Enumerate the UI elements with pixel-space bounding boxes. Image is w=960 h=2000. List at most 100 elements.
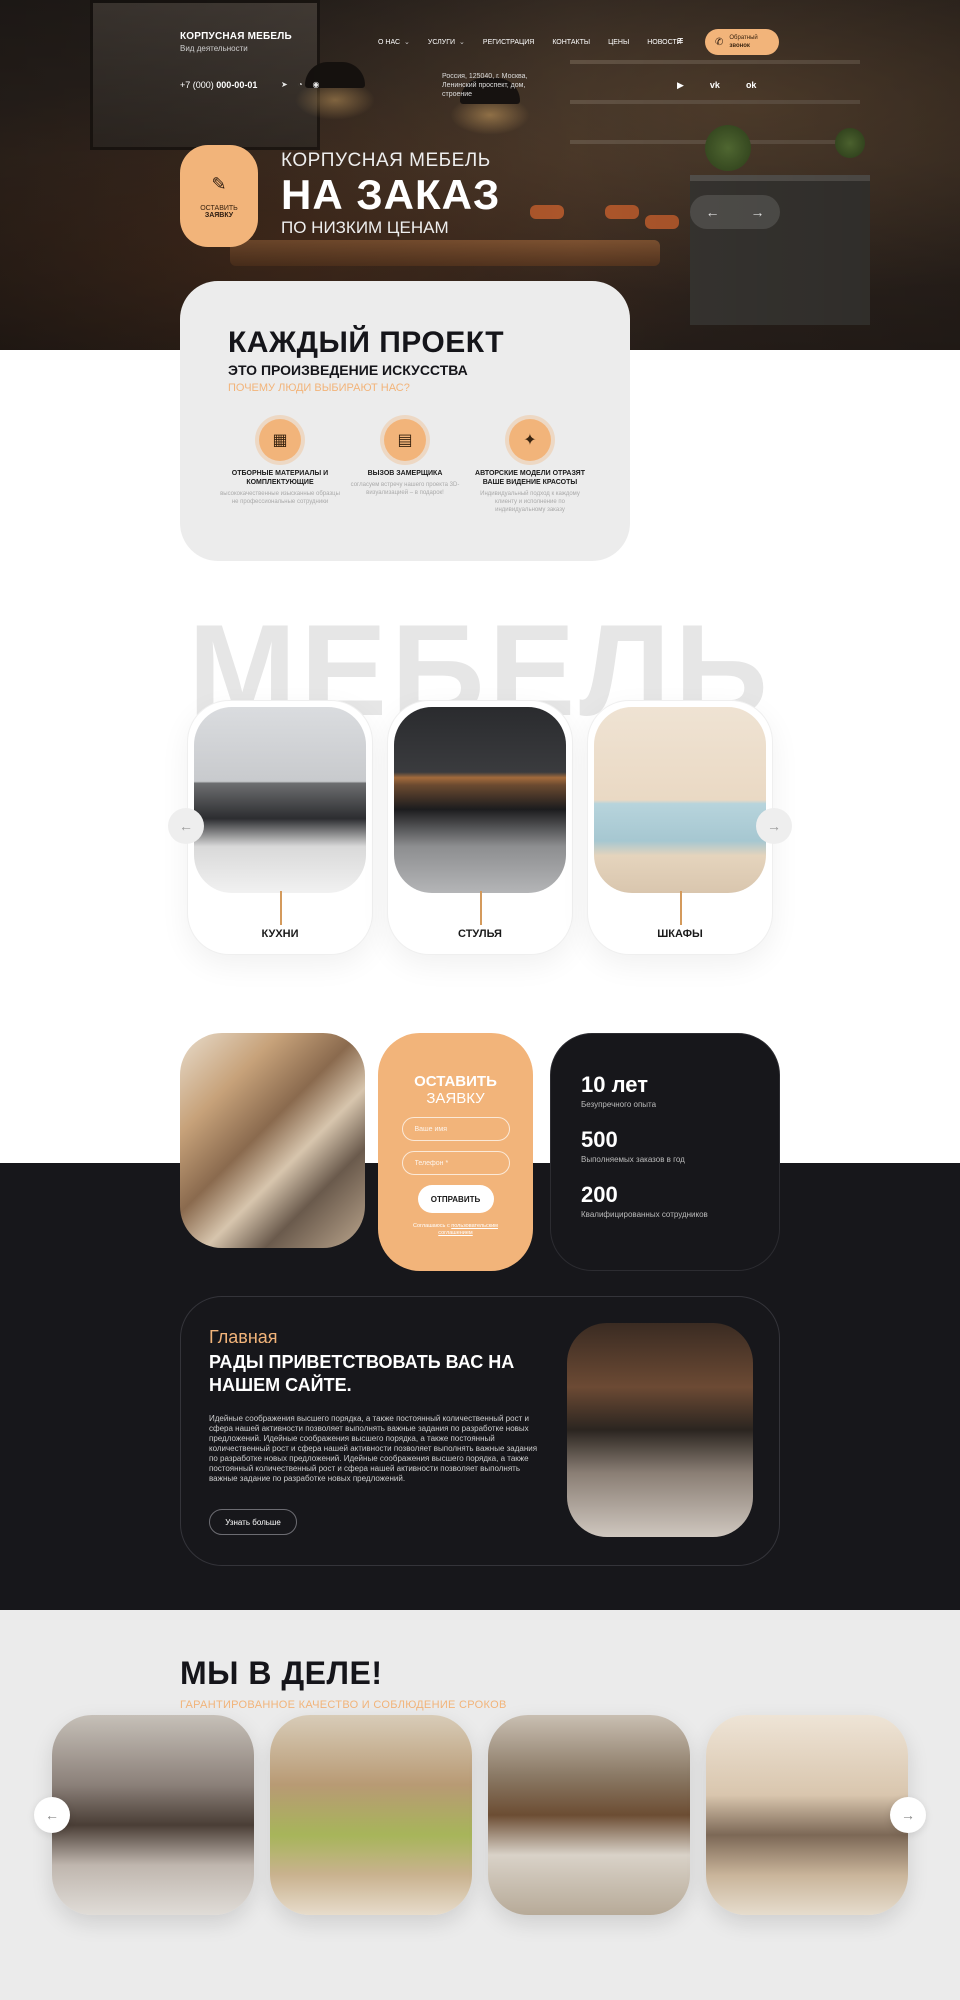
- design-icon: ✦: [509, 419, 551, 461]
- stat-label: Выполняемых заказов в год: [581, 1155, 685, 1164]
- callback-line2: звонок: [729, 43, 750, 49]
- nav-label: РЕГИСТРАЦИЯ: [482, 38, 535, 46]
- learn-more-button[interactable]: Узнать больше: [209, 1509, 297, 1535]
- messenger-icons: ➤ ◔ ◉: [281, 80, 320, 89]
- welcome-body: Идейные соображения высшего порядка, а т…: [209, 1414, 538, 1483]
- chairs-image: [394, 707, 566, 893]
- arrow-left-icon[interactable]: ←: [34, 1797, 70, 1833]
- feature-item: ▦ ОТБОРНЫЕ МАТЕРИАЛЫ И КОМПЛЕКТУЮЩИЕ выс…: [220, 419, 340, 514]
- nav-label: УСЛУГИ: [427, 38, 456, 46]
- brand[interactable]: КОРПУСНАЯ МЕБЕЛЬ Вид деятельности: [180, 31, 292, 53]
- agree-label: Соглашаюсь с: [413, 1223, 450, 1229]
- hero-title-main: НА ЗАКАЗ: [281, 171, 501, 218]
- features-list: ▦ ОТБОРНЫЕ МАТЕРИАЛЫ И КОМПЛЕКТУЮЩИЕ выс…: [220, 419, 590, 514]
- portfolio-title: МЫ В ДЕЛЕ!: [180, 1655, 383, 1691]
- nav-item-contacts[interactable]: КОНТАКТЫ: [552, 38, 590, 46]
- stats-card: 10 лет Безупречного опыта 500 Выполняемы…: [550, 1033, 780, 1271]
- card-divider: [480, 891, 482, 925]
- name-input[interactable]: [401, 1117, 510, 1141]
- feature-title: ОТБОРНЫЕ МАТЕРИАЛЫ И КОМПЛЕКТУЮЩИЕ: [231, 470, 329, 486]
- phone-prefix: +7 (000): [180, 80, 214, 90]
- vk-icon[interactable]: vk: [710, 80, 720, 91]
- arrow-left-icon[interactable]: ←: [706, 204, 720, 220]
- viber-icon[interactable]: ◉: [313, 80, 320, 89]
- social-links: ▶ vk ok: [677, 80, 756, 91]
- feature-item: ▤ ВЫЗОВ ЗАМЕРЩИКА согласуем встречу наше…: [345, 419, 465, 514]
- phone-link[interactable]: +7 (000) 000-00-01: [180, 80, 257, 90]
- welcome-card: Главная РАДЫ ПРИВЕТСТВОВАТЬ ВАС НА НАШЕМ…: [180, 1296, 780, 1566]
- feature-text: высококачественные изысканные образцы не…: [220, 491, 340, 505]
- card-divider: [680, 891, 682, 925]
- chevron-down-icon: ⌄: [459, 39, 465, 46]
- arrow-left-icon[interactable]: ←: [168, 808, 204, 844]
- nav-label: О НАС: [378, 38, 401, 46]
- portfolio-section: МЫ В ДЕЛЕ! ГАРАНТИРОВАННОЕ КАЧЕСТВО И СО…: [0, 1610, 960, 2000]
- address: Россия, 125040, г. Москва, Ленинский про…: [442, 73, 528, 98]
- order-badge-button[interactable]: ✎ ОСТАВИТЬ ЗАЯВКУ: [180, 145, 258, 247]
- feature-text: согласуем встречу нашего проекта 3D-визу…: [350, 482, 460, 496]
- main-nav: О НАС ⌄ УСЛУГИ ⌄ РЕГИСТРАЦИЯ КОНТАКТЫ ЦЕНЫ…: [378, 38, 682, 47]
- nav-item-prices[interactable]: ЦЕНЫ: [608, 38, 629, 46]
- stat-item: 10 лет Безупречного опыта: [581, 1072, 749, 1109]
- portfolio-image[interactable]: [706, 1715, 908, 1915]
- stat-value: 500: [581, 1127, 618, 1152]
- cabinet-image: [594, 707, 766, 893]
- whatsapp-icon[interactable]: ◔: [298, 80, 303, 89]
- interior-image: [567, 1323, 753, 1537]
- arrow-right-icon[interactable]: →: [756, 808, 792, 844]
- arrow-right-icon[interactable]: →: [751, 204, 765, 220]
- menu-icon[interactable]: ≡: [677, 36, 689, 47]
- category-card-kitchens[interactable]: КУХНИ: [187, 700, 373, 955]
- project-question: ПОЧЕМУ ЛЮДИ ВЫБИРАЮТ НАС?: [228, 382, 410, 394]
- youtube-icon[interactable]: ▶: [677, 80, 684, 91]
- kitchen-image: [194, 707, 366, 893]
- feature-text: Индивидуальный подход к каждому клиенту …: [480, 491, 580, 513]
- nav-label: ЦЕНЫ: [608, 38, 630, 46]
- card-divider: [280, 891, 282, 925]
- callback-label: Обратный звонок: [729, 34, 757, 50]
- category-card-chairs[interactable]: СТУЛЬЯ: [387, 700, 573, 955]
- stat-label: Квалифицированных сотрудников: [581, 1210, 708, 1219]
- phone-input[interactable]: [401, 1151, 510, 1175]
- chevron-down-icon: ⌄: [404, 39, 410, 46]
- stat-item: 200 Квалифицированных сотрудников: [581, 1182, 749, 1219]
- category-label: КУХНИ: [261, 928, 299, 940]
- project-card: КАЖДЫЙ ПРОЕКТ ЭТО ПРОИЗВЕДЕНИЕ ИСКУССТВА…: [180, 281, 630, 561]
- hero-title: КОРПУСНАЯ МЕБЕЛЬ НА ЗАКАЗ ПО НИЗКИМ ЦЕНА…: [281, 150, 500, 238]
- portfolio-image[interactable]: [52, 1715, 254, 1915]
- nav-item-services[interactable]: УСЛУГИ ⌄: [427, 38, 465, 47]
- category-label: ШКАФЫ: [657, 928, 703, 940]
- stat-value: 10 лет: [581, 1072, 648, 1097]
- materials-photo: [180, 1033, 365, 1248]
- agreement-text: Соглашаюсь с пользовательским соглашение…: [401, 1223, 511, 1237]
- portfolio-image[interactable]: [270, 1715, 472, 1915]
- category-card-cabinets[interactable]: ШКАФЫ: [587, 700, 773, 955]
- phone-number: 000-00-01: [216, 80, 258, 90]
- badge-line1: ОСТАВИТЬ: [200, 204, 238, 212]
- materials-icon: ▦: [259, 419, 301, 461]
- welcome-title: РАДЫ ПРИВЕТСТВОВАТЬ ВАС НА НАШЕМ САЙТЕ.: [209, 1352, 515, 1395]
- project-subtitle: ЭТО ПРОИЗВЕДЕНИЕ ИСКУССТВА: [228, 362, 468, 378]
- feature-item: ✦ АВТОРСКИЕ МОДЕЛИ ОТРАЗЯТ ВАШЕ ВИДЕНИЕ …: [470, 419, 590, 514]
- stat-value: 200: [581, 1182, 618, 1207]
- form-title: ОСТАВИТЬ: [414, 1073, 497, 1090]
- feature-title: ВЫЗОВ ЗАМЕРЩИКА: [367, 470, 443, 477]
- hero-slider-controls: ← →: [690, 195, 780, 229]
- category-label: СТУЛЬЯ: [458, 928, 502, 940]
- arrow-right-icon[interactable]: →: [890, 1797, 926, 1833]
- portfolio-image[interactable]: [488, 1715, 690, 1915]
- badge-line2: ЗАЯВКУ: [204, 211, 234, 219]
- stat-item: 500 Выполняемых заказов в год: [581, 1127, 749, 1164]
- form-title-sub: ЗАЯВКУ: [426, 1090, 485, 1107]
- pen-icon: ✎: [211, 173, 227, 194]
- ok-icon[interactable]: ok: [746, 80, 757, 91]
- nav-label: КОНТАКТЫ: [552, 38, 591, 46]
- nav-item-registration[interactable]: РЕГИСТРАЦИЯ: [483, 38, 534, 46]
- callback-button[interactable]: ✆ Обратный звонок: [705, 29, 779, 55]
- nav-item-about[interactable]: О НАС ⌄: [378, 38, 410, 47]
- project-title: КАЖДЫЙ ПРОЕКТ: [228, 326, 505, 359]
- portfolio-subtitle: ГАРАНТИРОВАННОЕ КАЧЕСТВО И СОБЛЮДЕНИЕ СР…: [180, 1699, 507, 1711]
- telegram-icon[interactable]: ➤: [281, 80, 288, 89]
- submit-button[interactable]: ОТПРАВИТЬ: [417, 1185, 494, 1213]
- hero-title-bottom: ПО НИЗКИМ ЦЕНАМ: [281, 218, 449, 237]
